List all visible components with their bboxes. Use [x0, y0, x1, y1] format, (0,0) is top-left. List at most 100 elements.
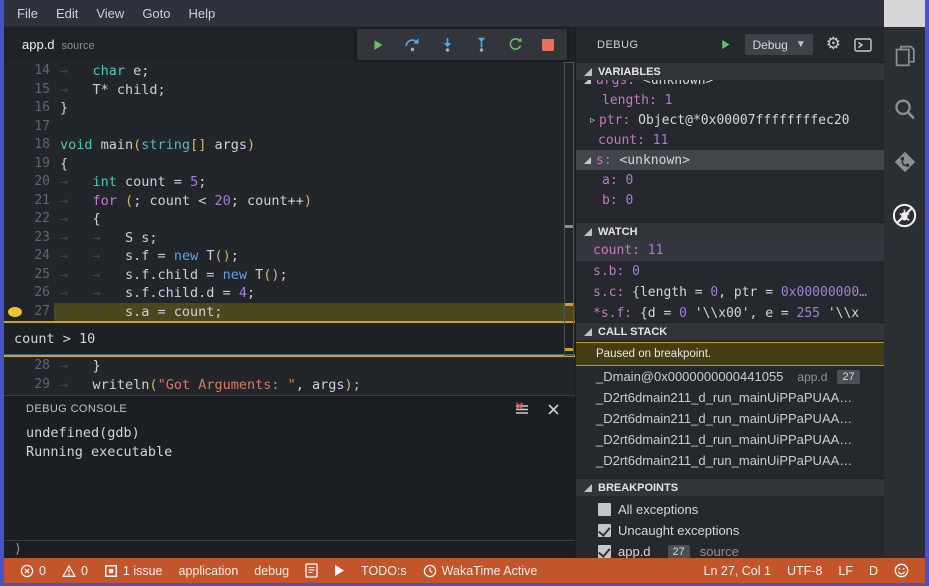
code-line[interactable]: 22 → {	[4, 210, 575, 229]
step-into-icon[interactable]	[440, 37, 455, 52]
breakpoint-margin[interactable]	[4, 62, 24, 81]
code-line[interactable]: 17	[4, 118, 575, 137]
menu-edit[interactable]: Edit	[47, 6, 87, 21]
breakpoint-checkbox[interactable]	[598, 545, 611, 558]
frame-file-name: app.d	[797, 369, 828, 384]
breakpoint-margin[interactable]	[4, 173, 24, 192]
activity-source-control-icon[interactable]	[893, 150, 917, 174]
breakpoint-margin[interactable]	[4, 247, 24, 266]
watch-row[interactable]: s.b: 0	[576, 261, 884, 282]
variable-row[interactable]: ▹ ptr: Object@*0x00007ffffffffec20	[576, 110, 884, 130]
debug-console-toggle-icon[interactable]	[854, 37, 872, 52]
stack-frame[interactable]: _D2rt6dmain211_d_run_mainUiPPaPUAA…	[576, 450, 884, 471]
step-out-icon[interactable]	[474, 37, 489, 52]
clear-console-icon[interactable]	[514, 401, 530, 417]
stack-frame[interactable]: _D2rt6dmain211_d_run_mainUiPPaPUAA…	[576, 408, 884, 429]
breakpoint-margin[interactable]	[4, 229, 24, 248]
continue-icon[interactable]	[371, 38, 385, 52]
code-line[interactable]: 23 → → S s;	[4, 229, 575, 248]
breakpoint-margin[interactable]	[4, 303, 24, 322]
launch-config-dropdown[interactable]: Debug ▼	[745, 34, 813, 55]
status-item-debug[interactable]: debug	[246, 558, 297, 583]
watch-row[interactable]: count: 11	[576, 240, 884, 261]
menu-file[interactable]: File	[8, 6, 47, 21]
code-line[interactable]: 21 → for (; count < 20; count++)	[4, 192, 575, 211]
breakpoint-margin[interactable]	[4, 99, 24, 118]
code-editor[interactable]: 14 → char e; 15 → T* child; 16} 17 18 void main…	[4, 62, 575, 395]
menu-goto[interactable]: Goto	[133, 6, 179, 21]
code-line[interactable]: 18 void main(string[] args)	[4, 136, 575, 155]
code-line[interactable]: 14 → char e;	[4, 62, 575, 81]
restart-icon[interactable]	[508, 37, 523, 52]
code-line[interactable]: 27 → → s.a = count;	[4, 302, 575, 322]
clock-icon	[423, 564, 437, 578]
variable-row[interactable]: length: 1	[576, 90, 884, 110]
code-line[interactable]: 15 → T* child;	[4, 81, 575, 100]
breakpoint-margin[interactable]	[4, 284, 24, 303]
status-item-d[interactable]: D	[861, 558, 886, 583]
close-icon[interactable]	[548, 403, 559, 415]
status-item-todo-s[interactable]: TODO:s	[353, 558, 415, 583]
status-item-application[interactable]: application	[171, 558, 247, 583]
watch-row[interactable]: *s.f: {d = 0 '\\x00', e = 255 '\\x	[576, 303, 884, 322]
status-item-0[interactable]: 0	[54, 558, 96, 583]
breakpoint-row[interactable]: All exceptions	[576, 499, 884, 520]
debug-console-input[interactable]: ⟩	[4, 540, 575, 558]
status-item[interactable]	[886, 558, 917, 583]
stack-frame[interactable]: _D2rt6dmain211_d_run_mainUiPPaPUAA…	[576, 429, 884, 450]
breakpoint-margin[interactable]	[4, 118, 24, 137]
code-line[interactable]: 26 → → s.f.child.d = 4;	[4, 284, 575, 303]
breakpoint-row[interactable]: Uncaught exceptions	[576, 520, 884, 541]
breakpoint-margin[interactable]	[4, 266, 24, 285]
breakpoint-margin[interactable]	[4, 155, 24, 174]
breakpoint-margin[interactable]	[4, 81, 24, 100]
variable-row[interactable]: b: 0	[576, 190, 884, 210]
stack-frame[interactable]: _D2rt6dmain211_d_run_mainUiPPaPUAA…	[576, 387, 884, 408]
watch-row[interactable]: s.c: {length = 0, ptr = 0x00000000…	[576, 282, 884, 303]
variable-row[interactable]: args: <unknown>	[576, 80, 884, 90]
stop-icon[interactable]	[541, 38, 554, 51]
breakpoint-condition-input[interactable]: count > 10	[4, 323, 575, 355]
menu-view[interactable]: View	[87, 6, 133, 21]
step-over-icon[interactable]	[404, 37, 421, 52]
variable-row[interactable]: a: 0	[576, 170, 884, 190]
code-line[interactable]: 19 {	[4, 155, 575, 174]
breakpoint-checkbox[interactable]	[598, 503, 611, 516]
code-line[interactable]: 20 → int count = 5;	[4, 173, 575, 192]
status-item-1-issue[interactable]: 1 issue	[96, 558, 171, 583]
activity-files-icon[interactable]	[893, 44, 916, 68]
activity-debug-off-icon[interactable]	[892, 203, 917, 228]
status-item-0[interactable]: 0	[12, 558, 54, 583]
status-item-ln-27-col-1[interactable]: Ln 27, Col 1	[696, 558, 779, 583]
status-item[interactable]	[326, 558, 353, 583]
breakpoint-checkbox[interactable]	[598, 524, 611, 537]
gear-icon[interactable]: ⚙	[826, 36, 841, 53]
breakpoint-margin[interactable]	[4, 376, 24, 395]
variable-row[interactable]: s: <unknown>	[576, 150, 884, 170]
breakpoint-margin[interactable]	[4, 357, 24, 376]
code-line[interactable]: 28 → }	[4, 357, 575, 376]
code-line[interactable]: 25 → → s.f.child = new T();	[4, 266, 575, 285]
breakpoint-margin[interactable]	[4, 136, 24, 155]
menu-help[interactable]: Help	[180, 6, 225, 21]
breakpoint-margin[interactable]	[4, 192, 24, 211]
tab-app-d[interactable]: app.d source	[4, 27, 95, 62]
code-line[interactable]: 24 → → s.f = new T();	[4, 247, 575, 266]
breakpoint-row[interactable]: app.d 27 source	[576, 541, 884, 558]
section-call-stack[interactable]: CALL STACK	[576, 322, 884, 340]
section-watch[interactable]: WATCH	[576, 222, 884, 240]
section-variables[interactable]: VARIABLES	[576, 62, 884, 80]
status-item-utf-8[interactable]: UTF-8	[779, 558, 830, 583]
editor-scrollbar[interactable]	[564, 62, 574, 356]
code-line[interactable]: 16}	[4, 99, 575, 118]
section-breakpoints[interactable]: BREAKPOINTS	[576, 478, 884, 496]
stack-frame[interactable]: _Dmain@0x0000000000441055 app.d 27	[576, 366, 884, 387]
status-item[interactable]	[297, 558, 326, 583]
activity-search-icon[interactable]	[893, 97, 916, 121]
variable-row[interactable]: count: 11	[576, 130, 884, 150]
start-debug-icon[interactable]	[719, 38, 732, 51]
code-line[interactable]: 29 → writeln("Got Arguments: ", args);	[4, 376, 575, 395]
status-item-lf[interactable]: LF	[830, 558, 861, 583]
breakpoint-margin[interactable]	[4, 210, 24, 229]
status-item-wakatime-active[interactable]: WakaTime Active	[415, 558, 546, 583]
